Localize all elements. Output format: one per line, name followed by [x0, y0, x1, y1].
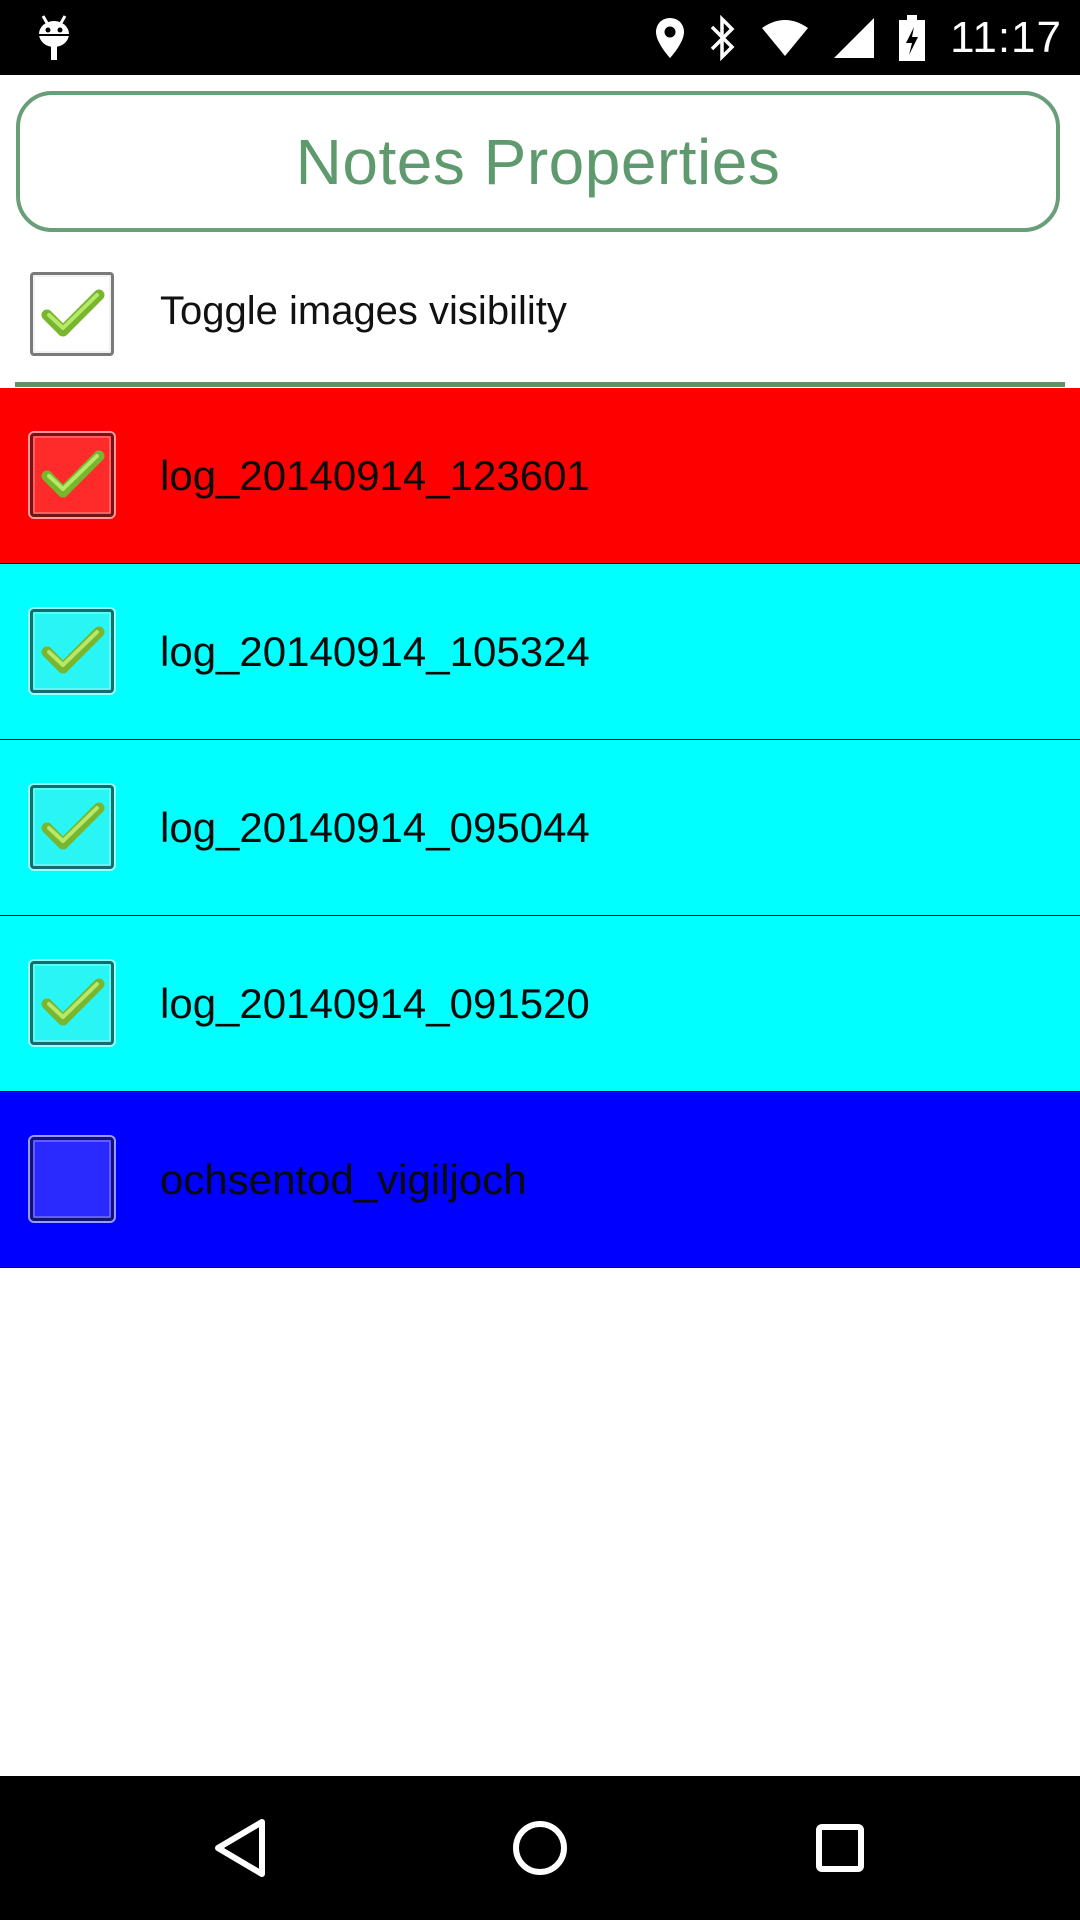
note-checkbox[interactable]	[30, 433, 114, 517]
cell-signal-icon	[832, 16, 876, 60]
notes-list: log_20140914_123601 log_20140914_105324 …	[0, 388, 1080, 1268]
note-name: log_20140914_095044	[160, 804, 590, 851]
note-checkbox[interactable]	[30, 609, 114, 693]
status-bar: 11:17	[0, 0, 1080, 75]
note-checkbox[interactable]	[30, 961, 114, 1045]
checkmark-icon	[41, 978, 105, 1026]
wifi-icon	[760, 18, 810, 58]
status-icons: 11:17	[632, 0, 1062, 75]
note-checkbox[interactable]	[30, 1137, 114, 1221]
notes-properties-screen: 11:17 Notes Properties Toggle images vis…	[0, 0, 1080, 1920]
clock: 11:17	[950, 12, 1062, 62]
checkmark-icon	[41, 802, 105, 850]
list-item[interactable]: log_20140914_091520	[0, 916, 1080, 1092]
page-title: Notes Properties	[295, 125, 781, 198]
location-icon	[654, 16, 686, 60]
note-name: log_20140914_123601	[160, 452, 590, 499]
toggle-images-checkbox[interactable]	[30, 272, 114, 356]
list-item[interactable]: log_20140914_123601	[0, 388, 1080, 564]
battery-charging-icon	[898, 14, 926, 61]
note-name: log_20140914_091520	[160, 980, 590, 1027]
checkmark-icon	[41, 450, 105, 498]
checkmark-icon	[41, 626, 105, 674]
toggle-images-label: Toggle images visibility	[160, 289, 567, 333]
note-checkbox[interactable]	[30, 785, 114, 869]
android-debug-icon	[39, 15, 69, 60]
navigation-bar	[0, 1776, 1080, 1920]
list-item[interactable]: log_20140914_105324	[0, 564, 1080, 740]
note-name: ochsentod_vigiljoch	[160, 1156, 527, 1203]
list-item[interactable]: log_20140914_095044	[0, 740, 1080, 916]
toggle-images-row[interactable]: Toggle images visibility	[0, 255, 1080, 373]
divider	[15, 382, 1065, 387]
bluetooth-icon	[708, 14, 738, 61]
list-item[interactable]: ochsentod_vigiljoch	[0, 1092, 1080, 1268]
home-icon[interactable]	[504, 1812, 576, 1884]
note-name: log_20140914_105324	[160, 628, 590, 675]
title-box: Notes Properties	[16, 91, 1060, 232]
recents-icon[interactable]	[804, 1812, 876, 1884]
back-icon[interactable]	[204, 1812, 276, 1884]
checkmark-icon	[41, 289, 105, 337]
